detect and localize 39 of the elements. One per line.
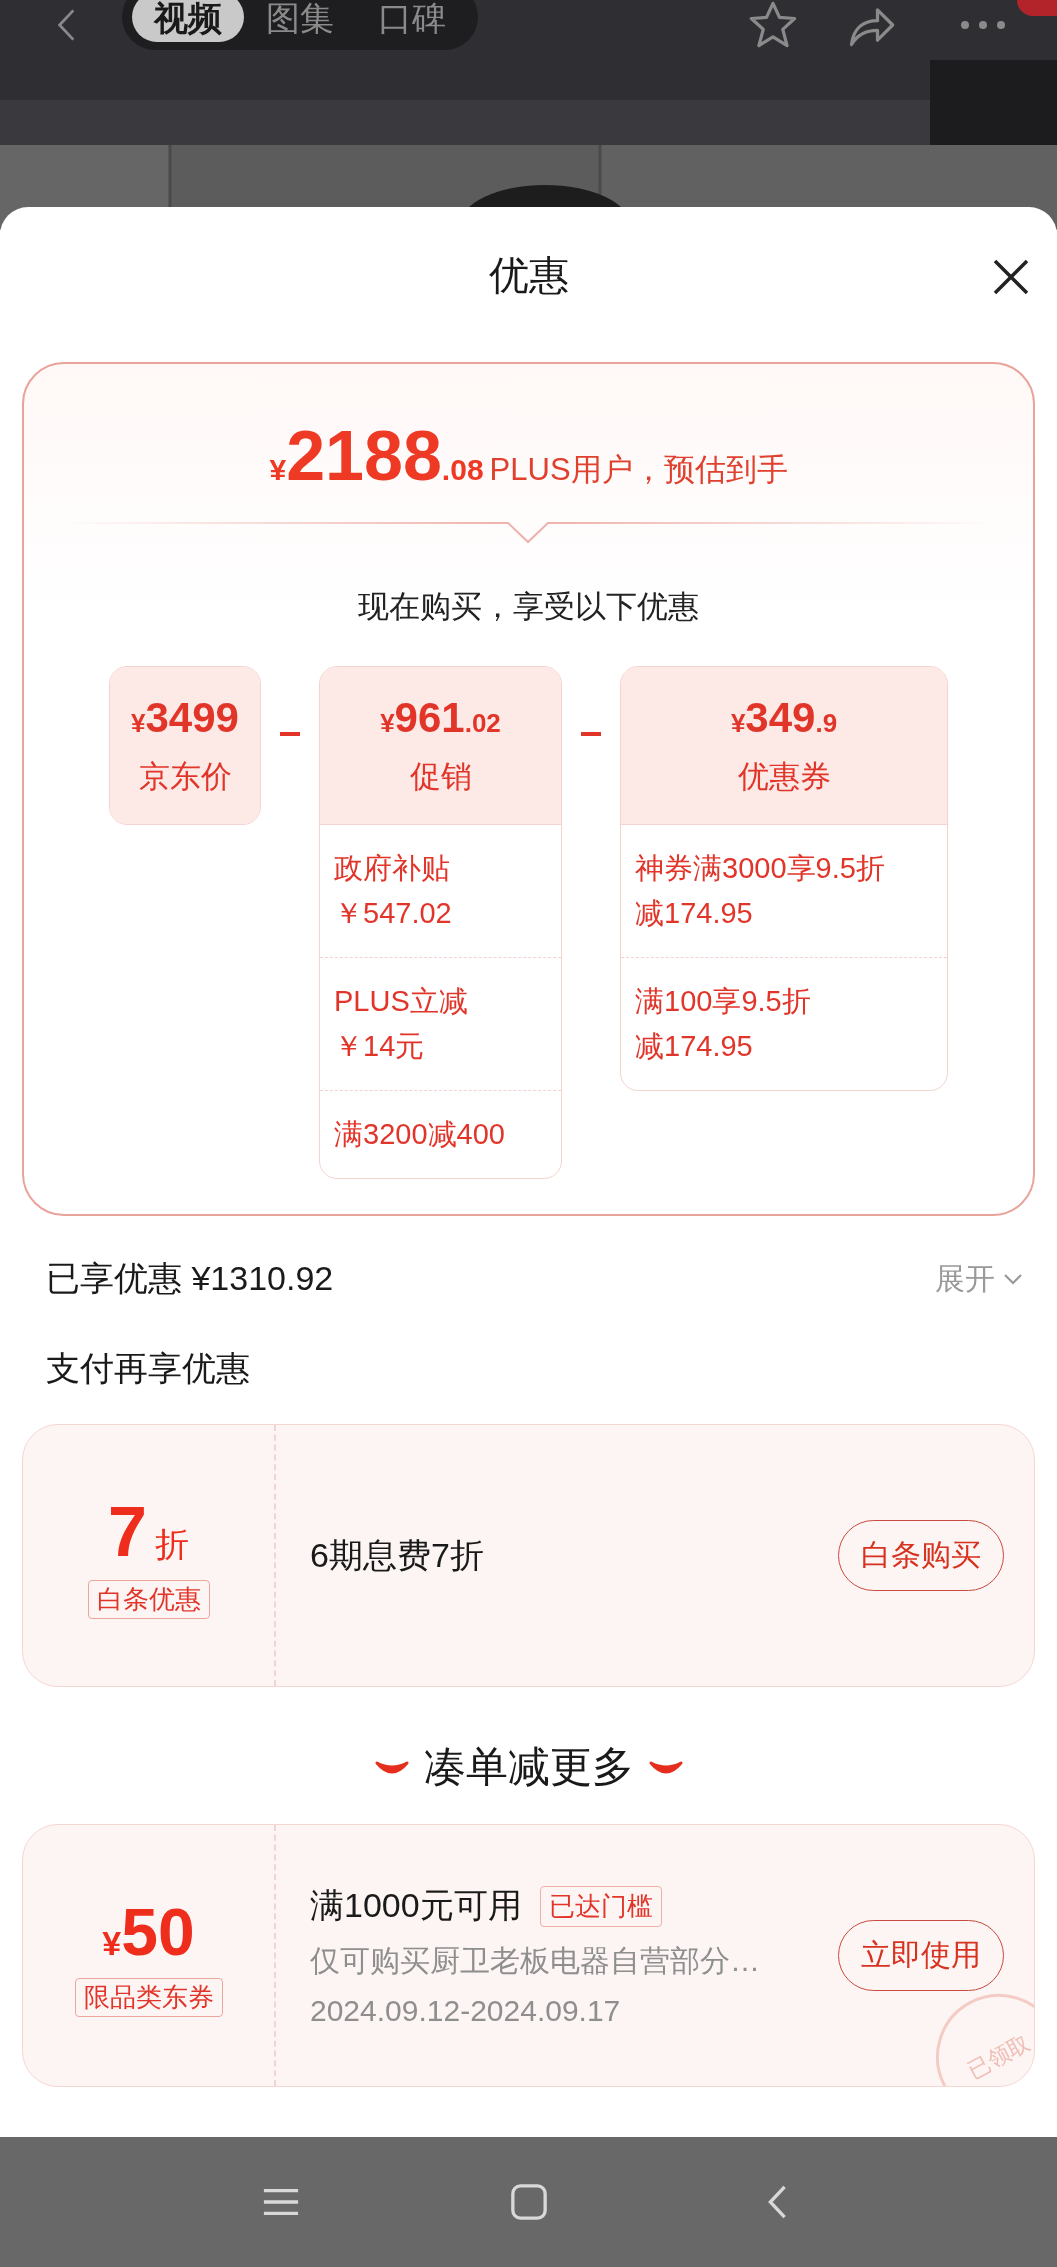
chevron-down-icon xyxy=(1003,1273,1023,1285)
minus-icon xyxy=(280,732,300,736)
minus-icon xyxy=(581,732,601,736)
amount-label: 优惠券 xyxy=(737,757,831,796)
amount: ¥3499 xyxy=(131,693,239,742)
coupon-condition: 满1000元可用 xyxy=(310,1885,522,1926)
sheet-title: 优惠 xyxy=(488,251,569,299)
expand-toggle[interactable]: 展开 xyxy=(935,1258,1023,1300)
coupon-scope: 仅可购买厨卫老板电器自营部分… xyxy=(310,1943,760,1979)
estimated-price: ¥2188.08 xyxy=(269,416,484,496)
tab[interactable]: 图集 xyxy=(244,0,356,42)
amount-label: 京东价 xyxy=(138,757,232,796)
saved-total: 已享优惠 ¥1310.92 xyxy=(46,1258,334,1299)
smile-icon xyxy=(647,1759,684,1775)
coupon-validity: 2024.09.12-2024.09.17 xyxy=(310,1994,621,2028)
discount-value: 7 折 xyxy=(108,1492,189,1572)
more-icon[interactable] xyxy=(959,19,1007,31)
estimate-note: PLUS用户，预估到手 xyxy=(489,451,788,489)
close-icon[interactable] xyxy=(991,257,1031,297)
threshold-badge: 已达门槛 xyxy=(539,1885,662,1927)
discount-item: 满3200减400 xyxy=(320,1090,561,1178)
coupon-tag: 限品类东券 xyxy=(74,1978,223,2017)
discount-item: 满100享9.5折 减174.95 xyxy=(621,957,947,1090)
amount: ¥349.9 xyxy=(730,693,838,742)
amount-label: 促销 xyxy=(409,757,472,796)
tab[interactable]: 视频 xyxy=(132,0,244,42)
coupon-amount: ¥50 xyxy=(102,1894,195,1970)
smile-icon xyxy=(373,1759,410,1775)
section-heading: 凑单减更多 xyxy=(423,1742,634,1792)
offer-description: 6期息费7折 xyxy=(310,1534,484,1576)
subtitle: 现在购买，享受以下优惠 xyxy=(357,588,700,626)
section-heading: 支付再享优惠 xyxy=(46,1348,251,1389)
discount-item: PLUS立减 ￥14元 xyxy=(320,957,561,1090)
offer-tag: 白条优惠 xyxy=(87,1580,210,1619)
discount-item: 政府补贴 ￥547.02 xyxy=(320,824,561,957)
home-icon[interactable] xyxy=(509,2183,548,2221)
amount: ¥961.02 xyxy=(380,693,501,742)
tab[interactable]: 口碑 xyxy=(356,0,468,42)
discount-item: 神券满3000享9.5折 减174.95 xyxy=(621,824,947,957)
